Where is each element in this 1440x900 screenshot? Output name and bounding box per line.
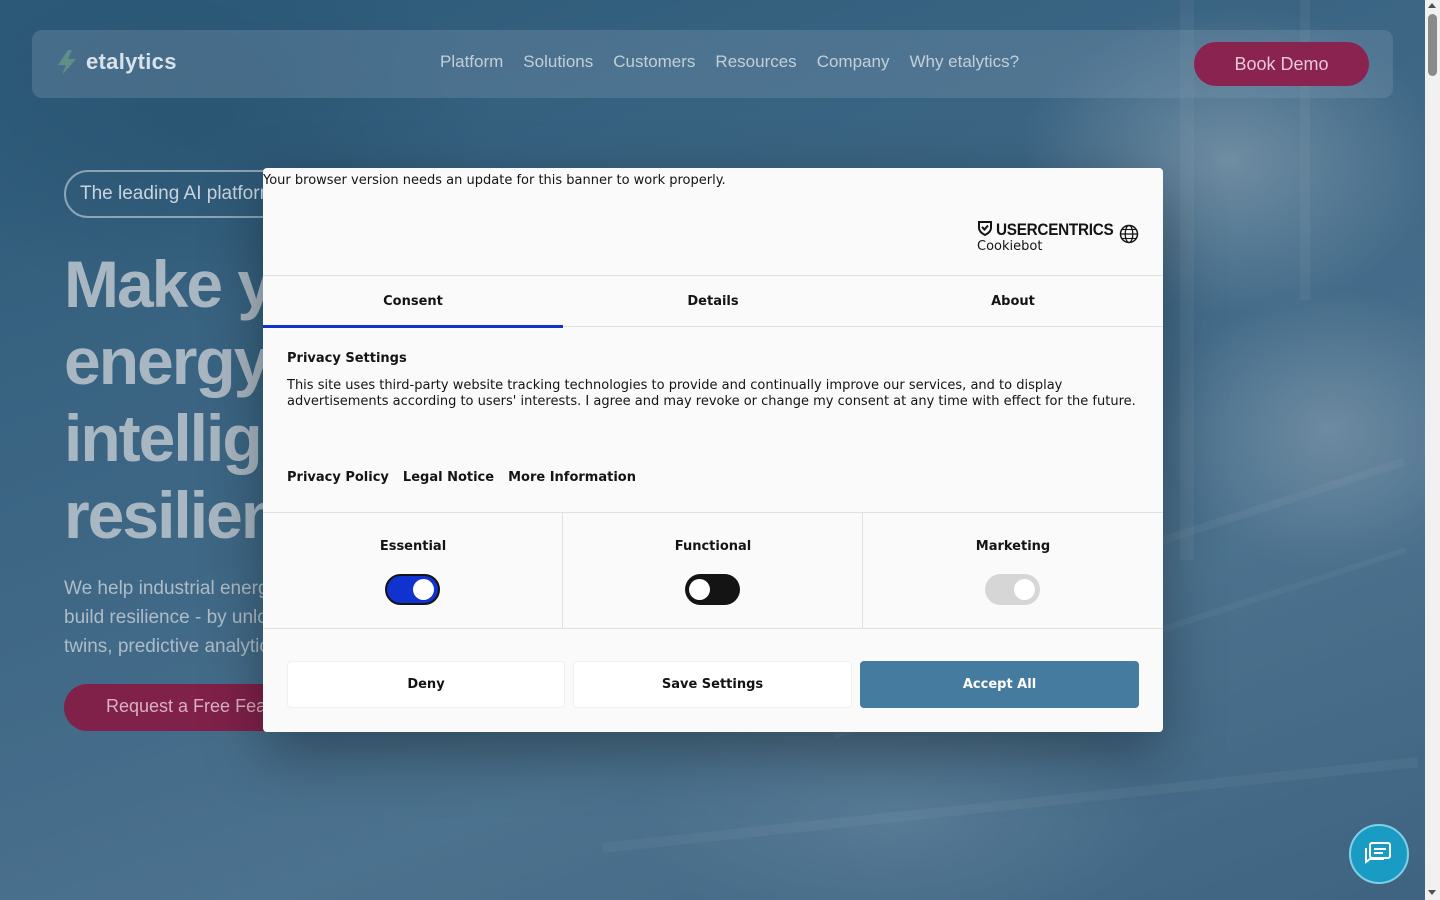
legal-notice-link[interactable]: Legal Notice [403, 470, 494, 485]
book-demo-button[interactable]: Book Demo [1194, 42, 1369, 86]
category-label: Essential [379, 539, 447, 554]
deny-button[interactable]: Deny [287, 661, 565, 708]
subtext-line: We help industrial energ [64, 578, 264, 599]
essential-toggle[interactable] [385, 574, 440, 605]
scroll-up-arrow-icon[interactable] [1428, 3, 1436, 8]
hero-headline: Make y energy intellig resilien [64, 246, 264, 554]
site-logo[interactable]: etalytics [54, 48, 177, 76]
privacy-settings-title: Privacy Settings [287, 351, 407, 366]
category-label: Functional [674, 539, 752, 554]
nav-company[interactable]: Company [817, 52, 890, 72]
category-label: Marketing [975, 539, 1051, 554]
subtext-line: build resilience - by unlo [64, 607, 264, 628]
scroll-down-arrow-icon[interactable] [1428, 890, 1436, 895]
category-marketing: Marketing [863, 513, 1163, 629]
logo-text: etalytics [86, 49, 177, 74]
more-information-link[interactable]: More Information [508, 470, 636, 485]
category-essential: Essential [263, 513, 563, 629]
nav-resources[interactable]: Resources [715, 52, 796, 72]
hero-subtext: We help industrial energ build resilienc… [64, 574, 264, 661]
toggle-knob [413, 579, 434, 600]
nav-solutions[interactable]: Solutions [523, 52, 593, 72]
nav-platform[interactable]: Platform [440, 52, 503, 72]
nav-why-etalytics[interactable]: Why etalytics? [909, 52, 1019, 72]
chat-icon [1351, 842, 1407, 886]
tab-about[interactable]: About [863, 276, 1163, 327]
shield-icon [977, 220, 993, 240]
consent-categories: Essential Functional Marketing [263, 512, 1163, 629]
nav-customers[interactable]: Customers [613, 52, 695, 72]
browser-update-notice: Your browser version needs an update for… [263, 173, 726, 188]
privacy-policy-link[interactable]: Privacy Policy [287, 470, 389, 485]
subtext-line: twins, predictive analytic [64, 636, 264, 657]
usercentrics-brand: USERCENTRICS [996, 220, 1114, 239]
main-nav: Platform Solutions Customers Resources C… [440, 52, 1039, 72]
usercentrics-cookiebot-logo: USERCENTRICS Cookiebot [977, 220, 1127, 254]
chat-button[interactable] [1349, 824, 1409, 884]
privacy-settings-text: This site uses third-party website track… [287, 378, 1136, 409]
functional-toggle[interactable] [685, 574, 740, 605]
headline-line: intellig [64, 401, 263, 475]
logo-bolt-icon [54, 48, 80, 76]
accept-all-button[interactable]: Accept All [860, 661, 1139, 708]
marketing-toggle[interactable] [985, 574, 1040, 605]
cookie-consent-dialog: Your browser version needs an update for… [263, 168, 1163, 732]
toggle-knob [1014, 579, 1035, 600]
tab-details[interactable]: Details [563, 276, 863, 327]
site-header: etalytics Platform Solutions Customers R… [32, 30, 1393, 98]
toggle-knob [689, 579, 710, 600]
category-functional: Functional [563, 513, 863, 629]
consent-tabs: Consent Details About [263, 275, 1163, 328]
save-settings-button[interactable]: Save Settings [573, 661, 852, 708]
page-scrollbar[interactable] [1425, 0, 1440, 900]
scrollbar-thumb[interactable] [1428, 14, 1437, 76]
tab-consent[interactable]: Consent [263, 276, 563, 328]
cookiebot-label: Cookiebot [977, 239, 1043, 254]
policy-links: Privacy Policy Legal Notice More Informa… [287, 470, 636, 485]
headline-line: resilien [64, 478, 264, 552]
headline-line: Make y [64, 247, 264, 321]
headline-line: energy [64, 324, 264, 398]
globe-icon[interactable] [1119, 224, 1139, 248]
